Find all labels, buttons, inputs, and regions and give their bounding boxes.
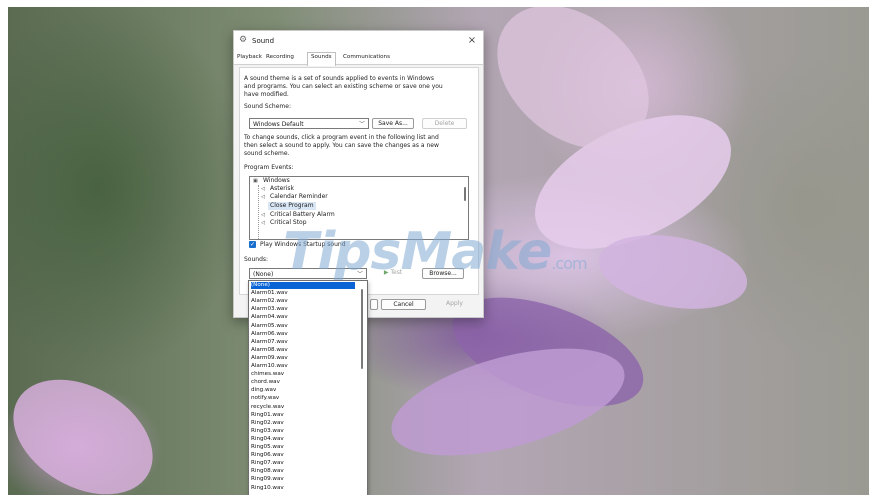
title-bar: ⚙ Sound ×	[234, 31, 483, 51]
cancel-button[interactable]: Cancel	[381, 299, 426, 310]
flower-petal	[8, 356, 173, 495]
delete-button[interactable]: Delete	[422, 118, 467, 129]
tab-strip: Playback Recording Sounds Communications	[234, 51, 483, 66]
dropdown-option[interactable]: recycle.wav	[251, 404, 355, 411]
dropdown-option[interactable]: Alarm05.wav	[251, 323, 355, 330]
dropdown-option[interactable]: Alarm08.wav	[251, 347, 355, 354]
startup-sound-checkbox[interactable]: ✓	[249, 241, 256, 248]
dropdown-option[interactable]: Ring09.wav	[251, 476, 355, 483]
dropdown-option[interactable]: Ring03.wav	[251, 428, 355, 435]
event-close-program[interactable]: Close Program	[268, 202, 316, 210]
sound-scheme-label: Sound Scheme:	[244, 103, 291, 110]
sounds-dropdown-list[interactable]: (None) Alarm01.wav Alarm02.wav Alarm03.wav A…	[248, 280, 368, 495]
tab-playback[interactable]: Playback	[237, 54, 262, 60]
watermark-text: TipsMake	[283, 222, 552, 282]
dropdown-option[interactable]: Alarm10.wav	[251, 363, 355, 370]
watermark-logo: TipsMake.com	[283, 222, 588, 282]
event-asterisk[interactable]: Asterisk	[270, 185, 294, 193]
speaker-icon: ◁	[261, 194, 265, 200]
intro-line-1: A sound theme is a set of sounds applied…	[244, 75, 434, 82]
sounds-select-value: (None)	[253, 271, 274, 278]
screen: ⚙ Sound × Playback Recording Sounds Comm…	[0, 0, 869, 495]
windows-folder-icon: ▣	[253, 178, 258, 184]
dropdown-option[interactable]: Ring02.wav	[251, 420, 355, 427]
dropdown-option[interactable]: Alarm03.wav	[251, 306, 355, 313]
speaker-icon: ⚙	[239, 35, 248, 45]
dropdown-option[interactable]: Alarm04.wav	[251, 314, 355, 321]
dropdown-option[interactable]: (None)	[251, 282, 355, 289]
dropdown-option[interactable]: Alarm06.wav	[251, 331, 355, 338]
change-line-1: To change sounds, click a program event …	[244, 134, 439, 141]
event-critical-battery-alarm[interactable]: Critical Battery Alarm	[270, 211, 335, 219]
window-title: Sound	[252, 37, 275, 45]
event-group-windows[interactable]: Windows	[263, 177, 290, 185]
sound-scheme-value: Windows Default	[253, 121, 304, 128]
dropdown-option[interactable]: notify.wav	[251, 395, 355, 402]
dropdown-option[interactable]: Ring01.wav	[251, 412, 355, 419]
intro-line-2: and programs. You can select an existing…	[244, 83, 443, 90]
sounds-label: Sounds:	[244, 256, 269, 263]
speaker-icon: ◁	[261, 212, 265, 218]
dropdown-option[interactable]: Ring07.wav	[251, 460, 355, 467]
dropdown-scrollbar[interactable]	[361, 289, 363, 369]
tree-connector	[258, 185, 259, 239]
dropdown-option[interactable]: Alarm01.wav	[251, 290, 355, 297]
dropdown-option[interactable]: Ring06.wav	[251, 452, 355, 459]
dropdown-option[interactable]: chord.wav	[251, 379, 355, 386]
dropdown-option[interactable]: Ring04.wav	[251, 436, 355, 443]
apply-button[interactable]: Apply	[432, 299, 477, 310]
change-line-2: then select a sound to apply. You can sa…	[244, 142, 439, 149]
events-scrollbar[interactable]	[464, 187, 466, 201]
dropdown-option[interactable]: chimes.wav	[251, 371, 355, 378]
close-button[interactable]: ×	[465, 34, 479, 48]
program-events-label: Program Events:	[244, 164, 294, 171]
ok-button[interactable]	[370, 299, 378, 310]
intro-line-3: have modified.	[244, 91, 289, 98]
sound-scheme-select[interactable]: Windows Default ﹀	[249, 118, 369, 129]
dropdown-option[interactable]: Alarm07.wav	[251, 339, 355, 346]
chevron-down-icon: ﹀	[358, 121, 365, 128]
tab-recording[interactable]: Recording	[266, 54, 294, 60]
dropdown-option[interactable]: Ring05.wav	[251, 444, 355, 451]
dropdown-option[interactable]: Ring10.wav	[251, 485, 355, 492]
tab-communications[interactable]: Communications	[343, 54, 390, 60]
change-line-3: sound scheme.	[244, 150, 290, 157]
watermark-suffix: .com	[551, 254, 587, 273]
dropdown-option[interactable]: Alarm02.wav	[251, 298, 355, 305]
dropdown-option[interactable]: Alarm09.wav	[251, 355, 355, 362]
speaker-icon: ◁	[261, 186, 265, 192]
save-as-button[interactable]: Save As...	[372, 118, 414, 129]
speaker-icon: ◁	[261, 220, 265, 226]
dropdown-option[interactable]: ding.wav	[251, 387, 355, 394]
dropdown-option[interactable]: Ring08.wav	[251, 468, 355, 475]
event-calendar-reminder[interactable]: Calendar Reminder	[270, 193, 328, 201]
tab-sounds[interactable]: Sounds	[307, 52, 336, 66]
